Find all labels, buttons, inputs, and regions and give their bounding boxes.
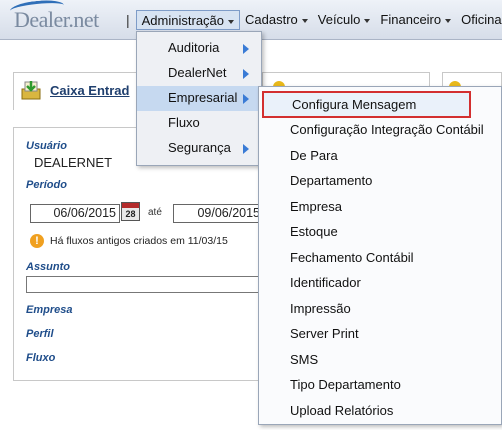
submenu-arrow-icon xyxy=(243,69,249,79)
menu-item-departamento[interactable]: Departamento xyxy=(259,169,501,195)
warning-message: Há fluxos antigos criados em 11/03/15 xyxy=(50,235,228,247)
menu-item-fechamento-contabil[interactable]: Fechamento Contábil xyxy=(259,246,501,272)
menu-item-empresarial[interactable]: Empresarial xyxy=(137,86,261,111)
caret-down-icon xyxy=(445,18,452,23)
fluxo-label: Fluxo xyxy=(26,352,56,364)
menu-item-auditoria[interactable]: Auditoria xyxy=(137,36,261,61)
menu-item-label: DealerNet xyxy=(168,65,227,80)
menu-item-label: Empresarial xyxy=(168,90,238,105)
menu-item-sms[interactable]: SMS xyxy=(259,348,501,374)
menu-item-de-para[interactable]: De Para xyxy=(259,144,501,170)
caixa-entrada-title: Caixa Entrad xyxy=(50,83,130,98)
date-to-input[interactable]: 09/06/2015 xyxy=(173,204,264,223)
dealernet-logo[interactable]: Dealer.net xyxy=(9,0,99,33)
menu-label: Financeiro xyxy=(380,12,442,27)
menu-label: Cadastro xyxy=(245,12,298,27)
menu-item-label: Segurança xyxy=(168,140,231,155)
submenu-arrow-icon xyxy=(243,144,249,154)
assunto-input[interactable] xyxy=(26,276,264,293)
menu-item-dealernet[interactable]: DealerNet xyxy=(137,61,261,86)
menu-item-impressao[interactable]: Impressão xyxy=(259,297,501,323)
caret-down-icon xyxy=(301,18,308,23)
menu-separator: | xyxy=(126,12,130,28)
submenu-arrow-icon xyxy=(243,94,249,104)
menu-item-seguranca[interactable]: Segurança xyxy=(137,136,261,161)
menu-label: Administração xyxy=(141,13,225,28)
menu-veiculo[interactable]: Veículo xyxy=(313,10,376,30)
menu-administracao[interactable]: Administração xyxy=(135,10,241,30)
date-from-input[interactable]: 06/06/2015 xyxy=(30,204,120,223)
menu-item-empresa[interactable]: Empresa xyxy=(259,195,501,221)
menu-item-fluxo[interactable]: Fluxo xyxy=(137,111,261,136)
administracao-dropdown: Auditoria DealerNet Empresarial Fluxo Se… xyxy=(136,31,262,166)
perfil-label: Perfil xyxy=(26,328,54,340)
menu-item-estoque[interactable]: Estoque xyxy=(259,220,501,246)
main-menu-bar: | Administração Cadastro Veículo Finance… xyxy=(126,10,502,30)
menu-item-server-print[interactable]: Server Print xyxy=(259,322,501,348)
menu-item-label: Auditoria xyxy=(168,40,220,55)
ate-label: até xyxy=(148,207,162,218)
menu-label: Oficina xyxy=(461,12,502,27)
calendar-day: 28 xyxy=(125,209,136,219)
assunto-label: Assunto xyxy=(26,261,70,273)
menu-oficina[interactable]: Oficina xyxy=(456,10,502,30)
caixa-entrada-tab[interactable]: Caixa Entrad xyxy=(13,72,143,110)
periodo-label: Período xyxy=(26,179,67,191)
usuario-value: DEALERNET xyxy=(34,155,113,170)
calendar-icon[interactable]: 28 xyxy=(121,202,140,221)
menu-item-tipo-departamento[interactable]: Tipo Departamento xyxy=(259,373,501,399)
submenu-arrow-icon xyxy=(243,44,249,54)
inbox-icon xyxy=(21,81,41,100)
warning-icon: ! xyxy=(30,234,44,248)
menu-label: Veículo xyxy=(317,12,361,27)
menu-item-configura-mensagem[interactable]: Configura Mensagem xyxy=(262,91,471,118)
usuario-label: Usuário xyxy=(26,140,67,152)
empresarial-submenu: Configura Mensagem Configuração Integraç… xyxy=(258,86,502,425)
menu-financeiro[interactable]: Financeiro xyxy=(375,10,456,30)
caret-down-icon xyxy=(364,18,371,23)
menu-item-configuracao-integracao-contabil[interactable]: Configuração Integração Contábil xyxy=(259,118,501,144)
caret-down-icon xyxy=(228,19,235,24)
empresa-label: Empresa xyxy=(26,304,73,316)
menu-item-identificador[interactable]: Identificador xyxy=(259,271,501,297)
menu-cadastro[interactable]: Cadastro xyxy=(240,10,313,30)
menu-item-label: Fluxo xyxy=(168,115,200,130)
menu-item-upload-relatorios[interactable]: Upload Relatórios xyxy=(259,399,501,425)
